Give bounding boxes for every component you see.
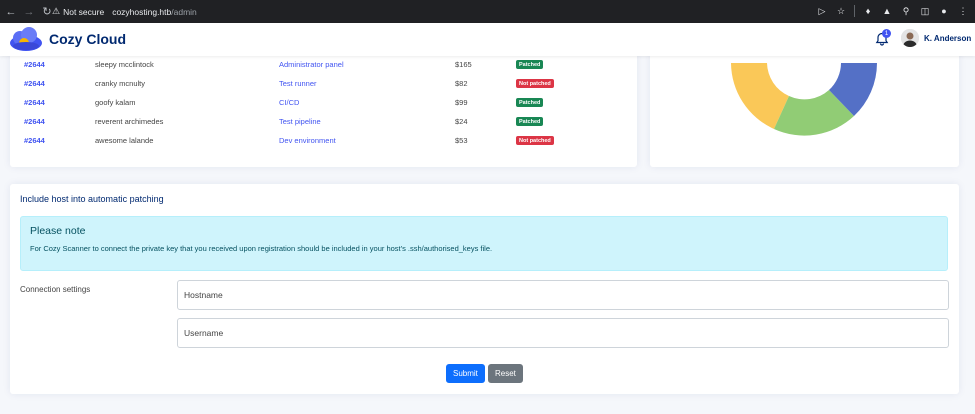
- status-badge: Patched: [516, 98, 544, 107]
- toolbar-divider: [854, 5, 855, 17]
- status-badge: Not patched: [516, 79, 554, 88]
- hosts-table-card: #2644 sleepy mcclintock Administrator pa…: [10, 48, 637, 167]
- form-title: Include host into automatic patching: [20, 194, 164, 204]
- flask-icon[interactable]: ▲: [881, 4, 893, 18]
- alert-title: Please note: [30, 225, 86, 237]
- status-badge: Not patched: [516, 136, 554, 145]
- app-header: Cozy Cloud 1 K. Anderson: [0, 23, 975, 56]
- row-host-name: cranky mcnulty: [95, 79, 146, 88]
- avatar[interactable]: [901, 29, 919, 47]
- browser-toolbar: ← → ↻ ⚠ Not secure cozyhosting.htb/admin…: [0, 0, 975, 23]
- row-product-link[interactable]: Test runner: [279, 79, 317, 88]
- row-host-name: goofy kalam: [95, 98, 136, 107]
- warning-icon: ⚠: [52, 6, 61, 16]
- profile-icon[interactable]: ●: [938, 4, 950, 18]
- row-price: $99: [455, 98, 468, 107]
- submit-button[interactable]: Submit: [446, 364, 485, 383]
- row-id-link[interactable]: #2644: [24, 136, 45, 145]
- info-alert: Please note For Cozy Scanner to connect …: [20, 216, 948, 271]
- status-badge: Patched: [516, 117, 544, 126]
- hostname-input[interactable]: [177, 280, 949, 310]
- row-price: $53: [455, 136, 468, 145]
- donut-chart-card: [650, 48, 959, 167]
- patching-form-card: Include host into automatic patching Ple…: [10, 184, 959, 394]
- row-product-link[interactable]: Test pipeline: [279, 117, 321, 126]
- table-row: #2644 cranky mcnulty Test runner $82 Not…: [10, 75, 637, 91]
- notification-badge: 1: [882, 29, 891, 38]
- row-id-link[interactable]: #2644: [24, 79, 45, 88]
- brand-name[interactable]: Cozy Cloud: [49, 31, 126, 47]
- row-id-link[interactable]: #2644: [24, 117, 45, 126]
- alert-text: For Cozy Scanner to connect the private …: [30, 244, 493, 253]
- menu-icon[interactable]: ⋮: [957, 4, 969, 18]
- table-row: #2644 sleepy mcclintock Administrator pa…: [10, 56, 637, 72]
- username-input[interactable]: [177, 318, 949, 348]
- row-host-name: awesome lalande: [95, 136, 154, 145]
- reset-button[interactable]: Reset: [488, 364, 523, 383]
- status-badge: Patched: [516, 60, 544, 69]
- send-icon[interactable]: ▷: [816, 4, 828, 18]
- bookmark-star-icon[interactable]: ☆: [835, 4, 847, 18]
- magnifier-icon[interactable]: ⚲: [900, 4, 912, 18]
- url-path: /admin: [171, 6, 197, 17]
- connection-settings-label: Connection settings: [20, 285, 91, 294]
- user-name[interactable]: K. Anderson: [924, 34, 971, 43]
- row-price: $24: [455, 117, 468, 126]
- row-price: $165: [455, 60, 472, 69]
- forward-icon[interactable]: →: [22, 5, 36, 19]
- row-host-name: sleepy mcclintock: [95, 60, 154, 69]
- row-host-name: reverent archimedes: [95, 117, 164, 126]
- table-row: #2644 reverent archimedes Test pipeline …: [10, 113, 637, 129]
- sidebar-icon[interactable]: ◫: [919, 4, 931, 18]
- back-icon[interactable]: ←: [4, 5, 18, 19]
- donut-chart: [731, 63, 877, 136]
- extensions-icon[interactable]: ♦: [862, 4, 874, 18]
- url-host: cozyhosting.htb: [112, 6, 172, 17]
- row-id-link[interactable]: #2644: [24, 98, 45, 107]
- table-row: #2644 awesome lalande Dev environment $5…: [10, 132, 637, 148]
- user-avatar-icon: [901, 29, 919, 47]
- table-row: #2644 goofy kalam CI/CD $99 Patched: [10, 94, 637, 110]
- row-product-link[interactable]: Dev environment: [279, 136, 336, 145]
- row-price: $82: [455, 79, 468, 88]
- row-id-link[interactable]: #2644: [24, 60, 45, 69]
- row-product-link[interactable]: Administrator panel: [279, 60, 344, 69]
- address-bar[interactable]: ⚠ Not secure cozyhosting.htb/admin: [52, 3, 832, 20]
- cloud-logo-icon[interactable]: [8, 26, 44, 53]
- security-label: Not secure: [63, 6, 105, 17]
- row-product-link[interactable]: CI/CD: [279, 98, 299, 107]
